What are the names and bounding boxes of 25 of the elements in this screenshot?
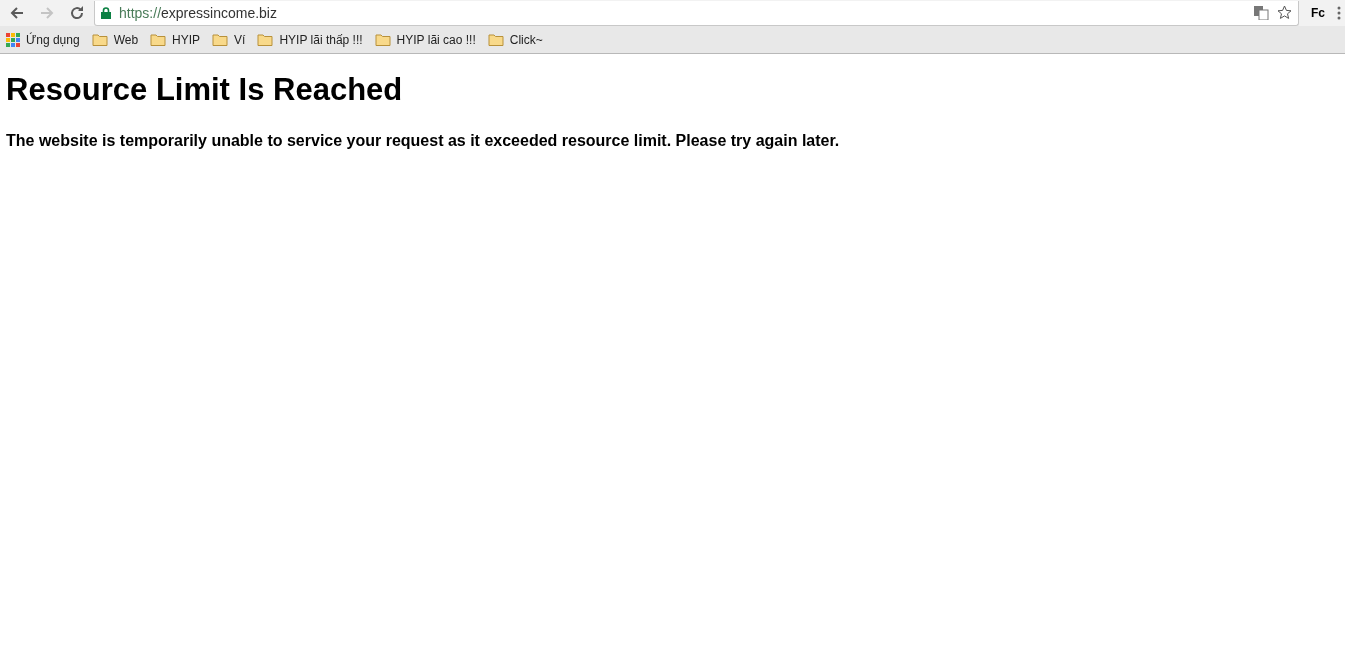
bookmark-link[interactable]: HYIP lãi cao !!! — [374, 32, 476, 47]
extension-button[interactable]: Fc — [1303, 6, 1333, 20]
folder-icon — [91, 33, 108, 46]
folder-icon — [212, 33, 229, 46]
bookmark-link[interactable]: HYIP — [150, 32, 201, 47]
translate-icon[interactable] — [1254, 5, 1269, 20]
folder-icon — [257, 33, 274, 46]
bookmark-link[interactable]: HYIP lãi thấp !!! — [257, 32, 363, 47]
bookmark-link[interactable]: Ứng dụng — [6, 32, 80, 47]
reload-icon — [69, 5, 85, 21]
back-arrow-icon — [9, 5, 25, 21]
folder-icon — [150, 33, 167, 46]
forward-arrow-icon — [39, 5, 55, 21]
bookmark-link[interactable]: Click~ — [487, 32, 543, 47]
folder-icon — [487, 33, 504, 46]
error-message: The website is temporarily unable to service your request as it exceeded resource limit. Please try again later. — [6, 132, 841, 150]
star-icon[interactable] — [1277, 5, 1292, 20]
address-bar[interactable]: https://expressincome.biz — [94, 0, 1299, 26]
apps-grid-icon — [6, 32, 20, 47]
bookmark-link[interactable]: Web — [91, 32, 139, 47]
bookmark-link[interactable]: Ví — [212, 32, 246, 47]
page-heading: Resource Limit Is Reached — [6, 72, 404, 108]
folder-icon — [374, 33, 391, 46]
menu-icon[interactable] — [1337, 6, 1341, 20]
url-text: https://expressincome.biz — [119, 4, 278, 21]
